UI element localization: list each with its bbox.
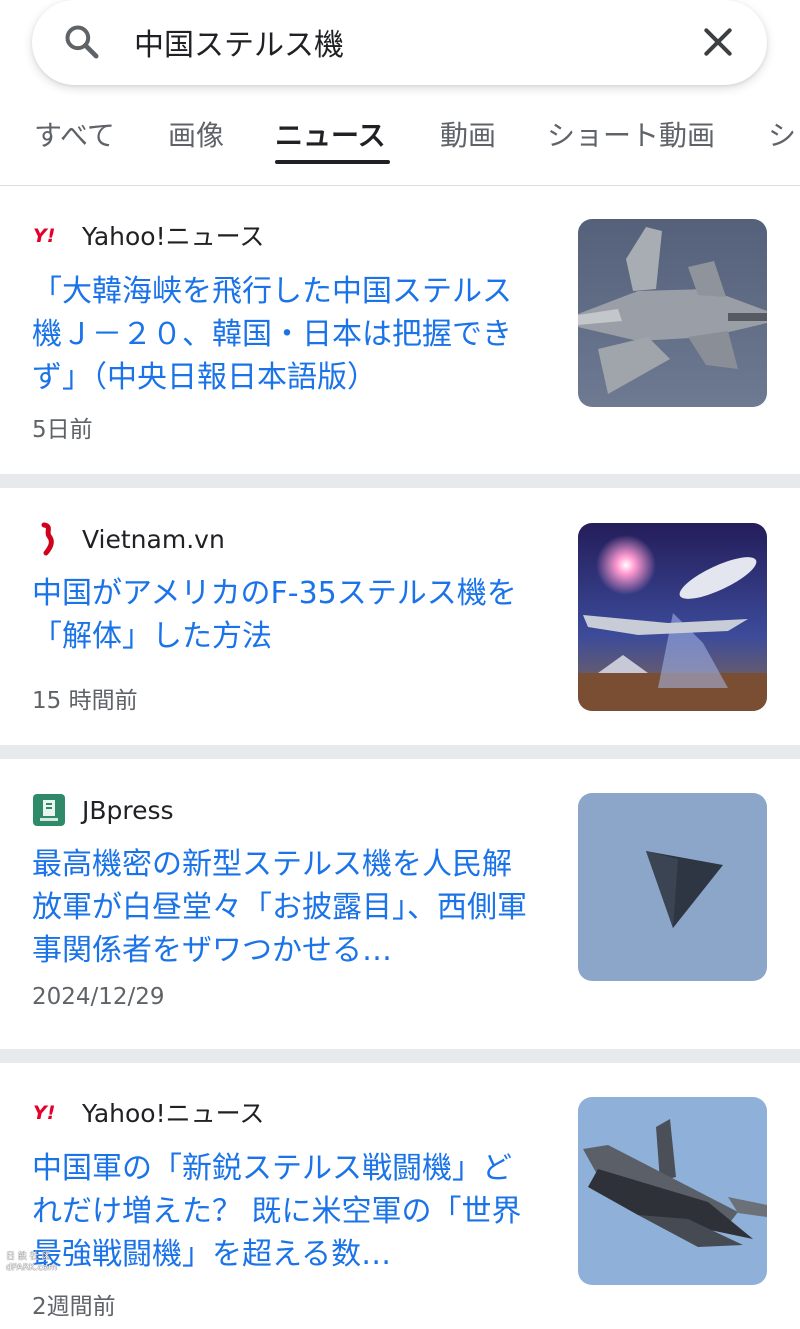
jbpress-logo-icon bbox=[32, 793, 66, 827]
news-result-card[interactable]: JBpress 最高機密の新型ステルス機を人民解放軍が白昼堂々「お披露目」、西側… bbox=[0, 759, 800, 1049]
result-separator bbox=[0, 474, 800, 488]
yahoo-logo-icon: Y! bbox=[32, 1095, 66, 1129]
news-headline-link[interactable]: 中国がアメリカのF-35ステルス機を「解体」した方法 bbox=[32, 572, 537, 660]
search-input[interactable] bbox=[134, 20, 674, 64]
news-result-card[interactable]: Y! Yahoo!ニュース 中国軍の「新鋭ステルス戦闘機」どれだけ増えた？ 既に… bbox=[0, 1063, 800, 1329]
news-timestamp: 5日前 bbox=[32, 417, 93, 443]
news-timestamp: 15 時間前 bbox=[32, 688, 138, 714]
fighter-jet-image bbox=[578, 219, 767, 407]
watermark-line-1: 日 鉄 社 区 bbox=[6, 1252, 51, 1262]
news-headline-link[interactable]: 中国軍の「新鋭ステルス戦闘機」どれだけ増えた？ 既に米空軍の「世界最強戦闘機」を… bbox=[32, 1147, 537, 1277]
tab-images[interactable]: 画像 bbox=[168, 116, 224, 166]
source-name: Yahoo!ニュース bbox=[82, 1099, 265, 1128]
source-name: Yahoo!ニュース bbox=[82, 222, 265, 251]
search-icon[interactable] bbox=[62, 22, 102, 62]
source-name: JBpress bbox=[82, 795, 174, 825]
news-headline-link[interactable]: 「大韓海峡を飛行した中国ステルス機Ｊ－２０、韓国・日本は把握できず」（中央日報日… bbox=[32, 270, 537, 400]
news-timestamp: 2024/12/29 bbox=[32, 984, 165, 1010]
news-thumbnail[interactable] bbox=[578, 219, 767, 407]
news-thumbnail[interactable] bbox=[578, 523, 767, 711]
news-headline-link[interactable]: 最高機密の新型ステルス機を人民解放軍が白昼堂々「お披露目」、西側軍事関係者をザワ… bbox=[32, 843, 537, 973]
search-tabs: すべて 画像 ニュース 動画 ショート動画 シ bbox=[0, 100, 800, 186]
result-separator bbox=[0, 1049, 800, 1063]
tab-videos[interactable]: 動画 bbox=[440, 116, 496, 166]
news-result-card[interactable]: Vietnam.vn 中国がアメリカのF-35ステルス機を「解体」した方法 15… bbox=[0, 488, 800, 745]
svg-text:Y!: Y! bbox=[33, 1102, 55, 1123]
stealth-fighter-image bbox=[578, 1097, 767, 1285]
search-results-page: すべて 画像 ニュース 動画 ショート動画 シ Y! Yahoo!ニュース 「大… bbox=[0, 0, 800, 1329]
result-separator bbox=[0, 745, 800, 759]
news-source: JBpress bbox=[32, 793, 174, 827]
tab-news[interactable]: ニュース bbox=[275, 116, 386, 166]
tab-all[interactable]: すべて bbox=[34, 116, 115, 166]
watermark: 日 鉄 社 区 dPARK.com bbox=[6, 1252, 57, 1274]
triangular-stealth-aircraft-image bbox=[578, 793, 767, 981]
source-name: Vietnam.vn bbox=[82, 524, 225, 554]
news-source: Y! Yahoo!ニュース bbox=[32, 218, 264, 252]
watermark-line-2: dPARK.com bbox=[6, 1263, 57, 1273]
svg-text:Y!: Y! bbox=[33, 225, 55, 246]
news-timestamp: 2週間前 bbox=[32, 1294, 116, 1320]
news-result-card[interactable]: Y! Yahoo!ニュース 「大韓海峡を飛行した中国ステルス機Ｊ－２０、韓国・日… bbox=[0, 186, 800, 474]
news-thumbnail[interactable] bbox=[578, 1097, 767, 1285]
tab-short-videos[interactable]: ショート動画 bbox=[547, 116, 715, 166]
vietnam-logo-icon bbox=[32, 522, 66, 556]
close-icon[interactable] bbox=[698, 22, 738, 62]
tab-shopping[interactable]: シ bbox=[768, 116, 796, 166]
space-airship-image bbox=[578, 523, 767, 711]
news-source: Vietnam.vn bbox=[32, 522, 225, 556]
yahoo-logo-icon: Y! bbox=[32, 218, 66, 252]
news-thumbnail[interactable] bbox=[578, 793, 767, 981]
news-source: Y! Yahoo!ニュース bbox=[32, 1095, 264, 1129]
search-bar[interactable] bbox=[32, 0, 767, 85]
active-tab-indicator bbox=[275, 160, 390, 164]
